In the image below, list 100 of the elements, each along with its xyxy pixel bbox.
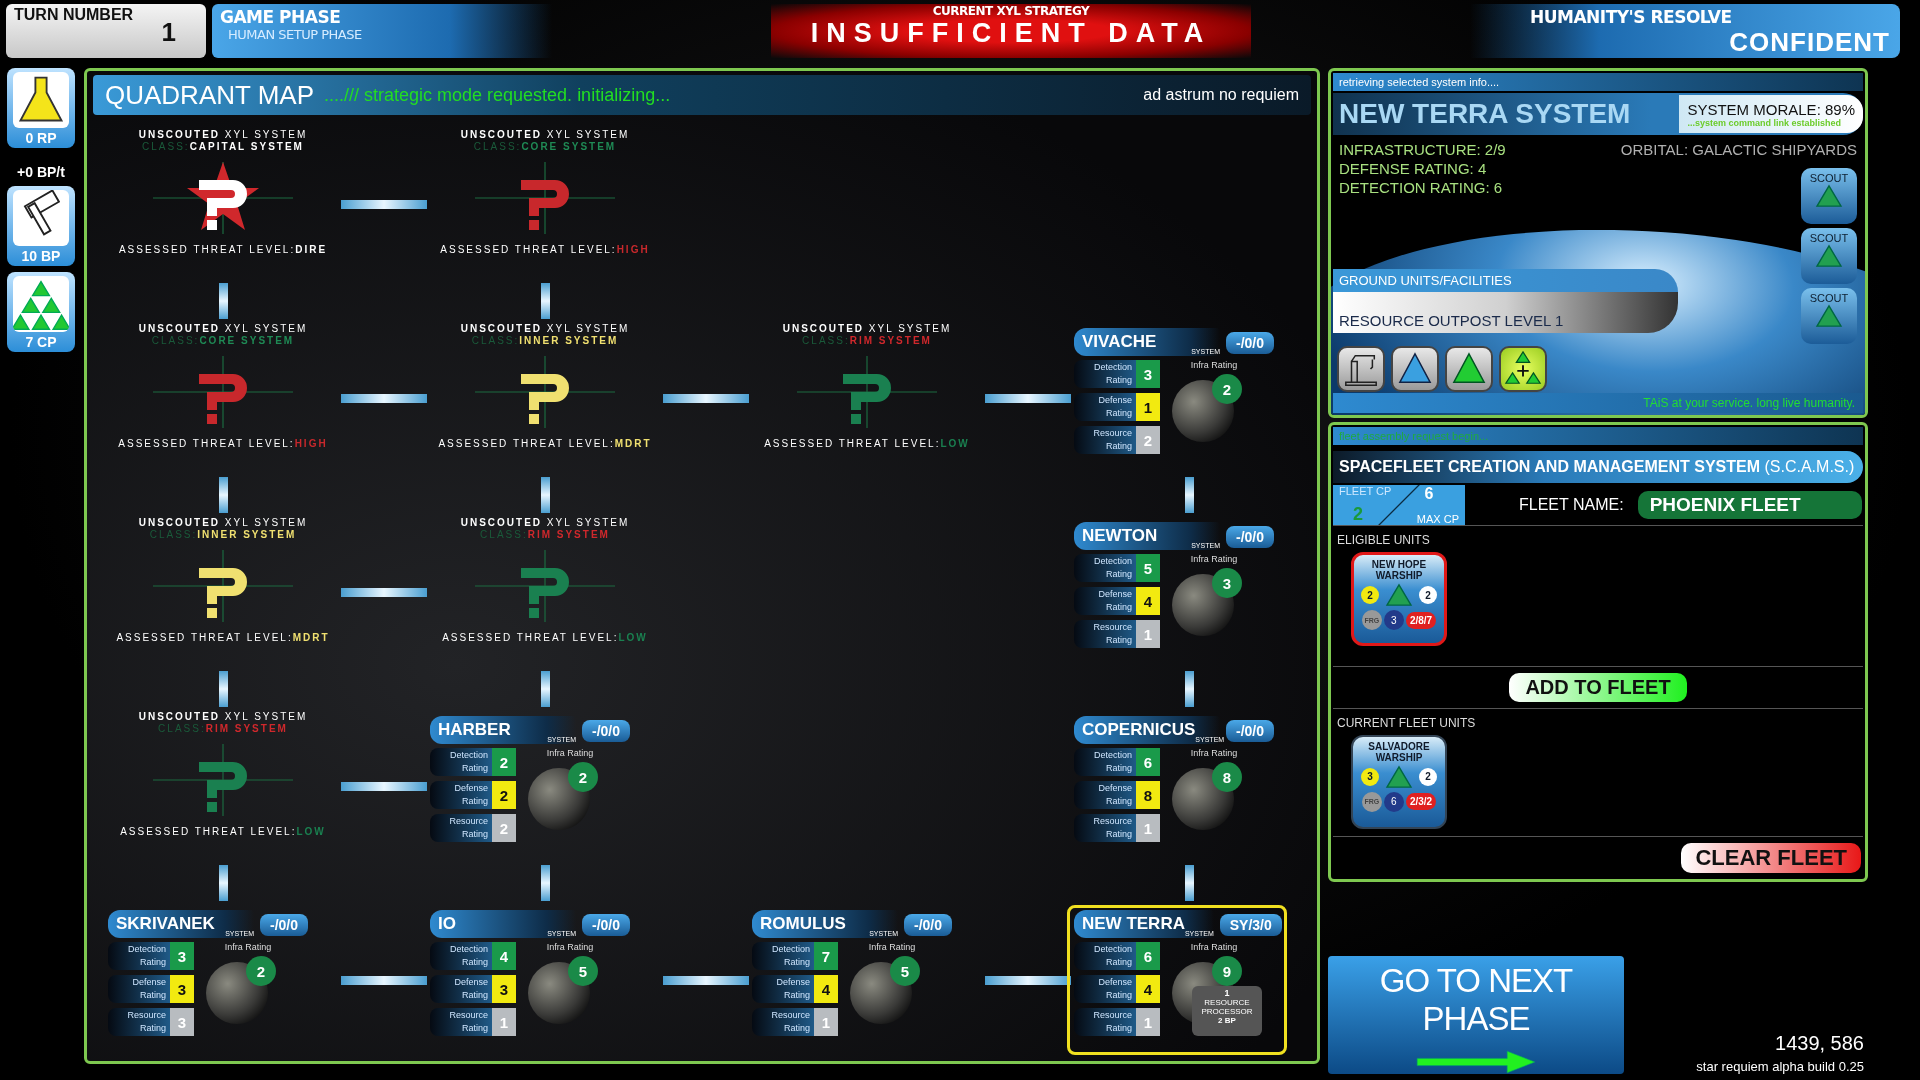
infra-rating-label: Infra Rating (1190, 360, 1238, 370)
rating-value: 1 (492, 1008, 516, 1036)
build-option-button[interactable] (1391, 346, 1439, 392)
facility-name: RESOURCE PROCESSOR (1200, 998, 1254, 1016)
rating-label: Detection Rating (752, 942, 814, 970)
infra-rating-value: 2 (246, 956, 276, 986)
system-class-text: CLASS:CORE SYSTEM (151, 335, 295, 346)
unit-stats: 2/8/7 (1405, 611, 1437, 629)
system-class-text: CLASS:CAPITAL SYSTEM (142, 141, 304, 152)
rating-label: Defense Rating (752, 975, 814, 1003)
scout-button[interactable]: SCOUT (1801, 228, 1857, 284)
triangle-icon (1385, 764, 1413, 789)
rating-value: 2 (492, 814, 516, 842)
rating-value: 4 (1136, 975, 1160, 1003)
triangle-icon (1385, 583, 1413, 607)
fleet-status-badge: -/0/0 (260, 914, 308, 936)
rating-label: Resource Rating (752, 1008, 814, 1036)
rating-value: 6 (1136, 942, 1160, 970)
rating-value: 4 (492, 942, 516, 970)
section-label: ELIGIBLE UNITS (1337, 533, 1430, 547)
next-phase-button[interactable]: GO TO NEXT PHASE (1328, 956, 1624, 1074)
fleet-status-badge: SY/3/0 (1219, 914, 1282, 936)
triangles-icon (13, 276, 69, 332)
rating-value: 2 (492, 781, 516, 809)
infra-rating-label: Infra Rating (868, 942, 916, 952)
rating-value: 3 (492, 975, 516, 1003)
humanity-resolve-value: CONFIDENT (1729, 27, 1890, 58)
rating-label: Resource Rating (1074, 1008, 1136, 1036)
fleet-system-title: SPACEFLEET CREATION AND MANAGEMENT SYSTEM (S.C.A.M.S.) (1333, 451, 1863, 483)
rating-value: 1 (1136, 814, 1160, 842)
fleet-status-badge: -/0/0 (1226, 332, 1274, 354)
unscouted-system-title: UNSCOUTED XYL SYSTEM (138, 517, 308, 528)
system-name: IO (438, 914, 456, 934)
system-class-text: CLASS:CORE SYSTEM (473, 141, 617, 152)
infra-rating-value: 2 (1212, 374, 1242, 404)
build-version-text: star requiem alpha build 0.25 (1696, 1059, 1864, 1074)
status-bar-text: retrieving selected system info.... (1333, 73, 1863, 91)
system-name: COPERNICUS (1082, 720, 1196, 740)
section-label: CURRENT FLEET UNITS (1337, 715, 1476, 730)
unit-type: WARSHIP (1375, 751, 1423, 763)
fleet-name-field[interactable]: PHOENIX FLEET (1637, 491, 1862, 519)
unscouted-system-title: UNSCOUTED XYL SYSTEM (138, 129, 308, 140)
rating-value: 3 (170, 942, 194, 970)
turn-number-label: TURN NUMBER (14, 6, 134, 25)
scout-button[interactable]: SCOUT (1801, 168, 1857, 224)
threat-level-text: ASSESSED THREAT LEVEL:MDRT (438, 438, 652, 449)
system-class-text: CLASS:RIM SYSTEM (802, 335, 932, 346)
rating-label: Detection Rating (1074, 360, 1136, 388)
threat-level-text: ASSESSED THREAT LEVEL:HIGH (440, 244, 650, 255)
humanity-resolve-label: HUMANITY'S RESOLVE (1530, 7, 1733, 27)
system-stat-text: DETECTION RATING: 6 (1339, 179, 1504, 196)
unit-name: SALVADORE (1368, 740, 1430, 752)
triangle-icon (1815, 304, 1843, 328)
add-to-fleet-button[interactable]: ADD TO FLEET (1509, 672, 1687, 702)
unit-stats: 2/3/2 (1405, 793, 1437, 811)
system-class-text: CLASS:RIM SYSTEM (480, 529, 610, 540)
clear-fleet-button[interactable]: CLEAR FLEET (1681, 843, 1861, 873)
infra-rating-value: 8 (1212, 762, 1242, 792)
hull-value: 2 (1419, 586, 1437, 604)
turn-number-value: 1 (161, 16, 176, 48)
scout-button[interactable]: SCOUT (1801, 288, 1857, 344)
game-phase-value: HUMAN SETUP PHASE (227, 27, 363, 42)
game-phase-label: GAME PHASE (220, 7, 342, 27)
infra-rating-value: 2 (568, 762, 598, 792)
assistant-footer-text: TAiS at your service. long live humanity. (1333, 393, 1863, 413)
ground-unit-row[interactable]: RESOURCE OUTPOST LEVEL 1 (1333, 292, 1678, 333)
infra-rating-value: 5 (568, 956, 598, 986)
ground-units-header: GROUND UNITS/FACILITIES (1333, 269, 1678, 292)
hull-value: 2 (1419, 767, 1437, 786)
build-option-button[interactable] (1337, 346, 1385, 392)
unscouted-system-title: UNSCOUTED XYL SYSTEM (460, 129, 630, 140)
build-option-button[interactable] (1445, 346, 1493, 392)
system-morale-text: SYSTEM MORALE: 89% (1687, 100, 1855, 118)
rating-label: Detection Rating (430, 942, 492, 970)
rating-value: 6 (1136, 748, 1160, 776)
triangle-icon (1815, 244, 1843, 268)
rating-value: 1 (814, 1008, 838, 1036)
map-motto: ad astrum no requiem (1143, 86, 1299, 104)
status-bar-text: fleet assembly request begin... (1333, 427, 1863, 445)
rating-label: Defense Rating (108, 975, 170, 1003)
threat-level-text: ASSESSED THREAT LEVEL:DIRE (118, 244, 328, 255)
rating-label: Resource Rating (1074, 620, 1136, 648)
facility-count: 1 (1224, 988, 1230, 998)
rating-value: 1 (1136, 1008, 1160, 1036)
max-cp-value: 6 (1423, 485, 1435, 504)
infra-rating-value: 5 (890, 956, 920, 986)
rating-value: 3 (170, 975, 194, 1003)
build-option-button[interactable] (1499, 346, 1547, 392)
system-name: HARBER (438, 720, 511, 740)
rating-value: 4 (1136, 587, 1160, 615)
system-name: VIVACHE (1082, 332, 1157, 352)
map-status-text: ..../// strategic mode requested. initializing... (324, 84, 672, 106)
hammer-icon (13, 190, 69, 246)
xyl-strategy-value: INSUFFICIENT DATA (810, 18, 1212, 49)
rating-label: Detection Rating (1074, 554, 1136, 582)
build-rate-label: +0 BP/t (17, 164, 65, 180)
system-stat-text: INFRASTRUCTURE: 2/9 (1339, 141, 1506, 158)
rating-label: Resource Rating (430, 814, 492, 842)
system-class-text: CLASS:INNER SYSTEM (149, 529, 297, 540)
rating-label: Detection Rating (430, 748, 492, 776)
